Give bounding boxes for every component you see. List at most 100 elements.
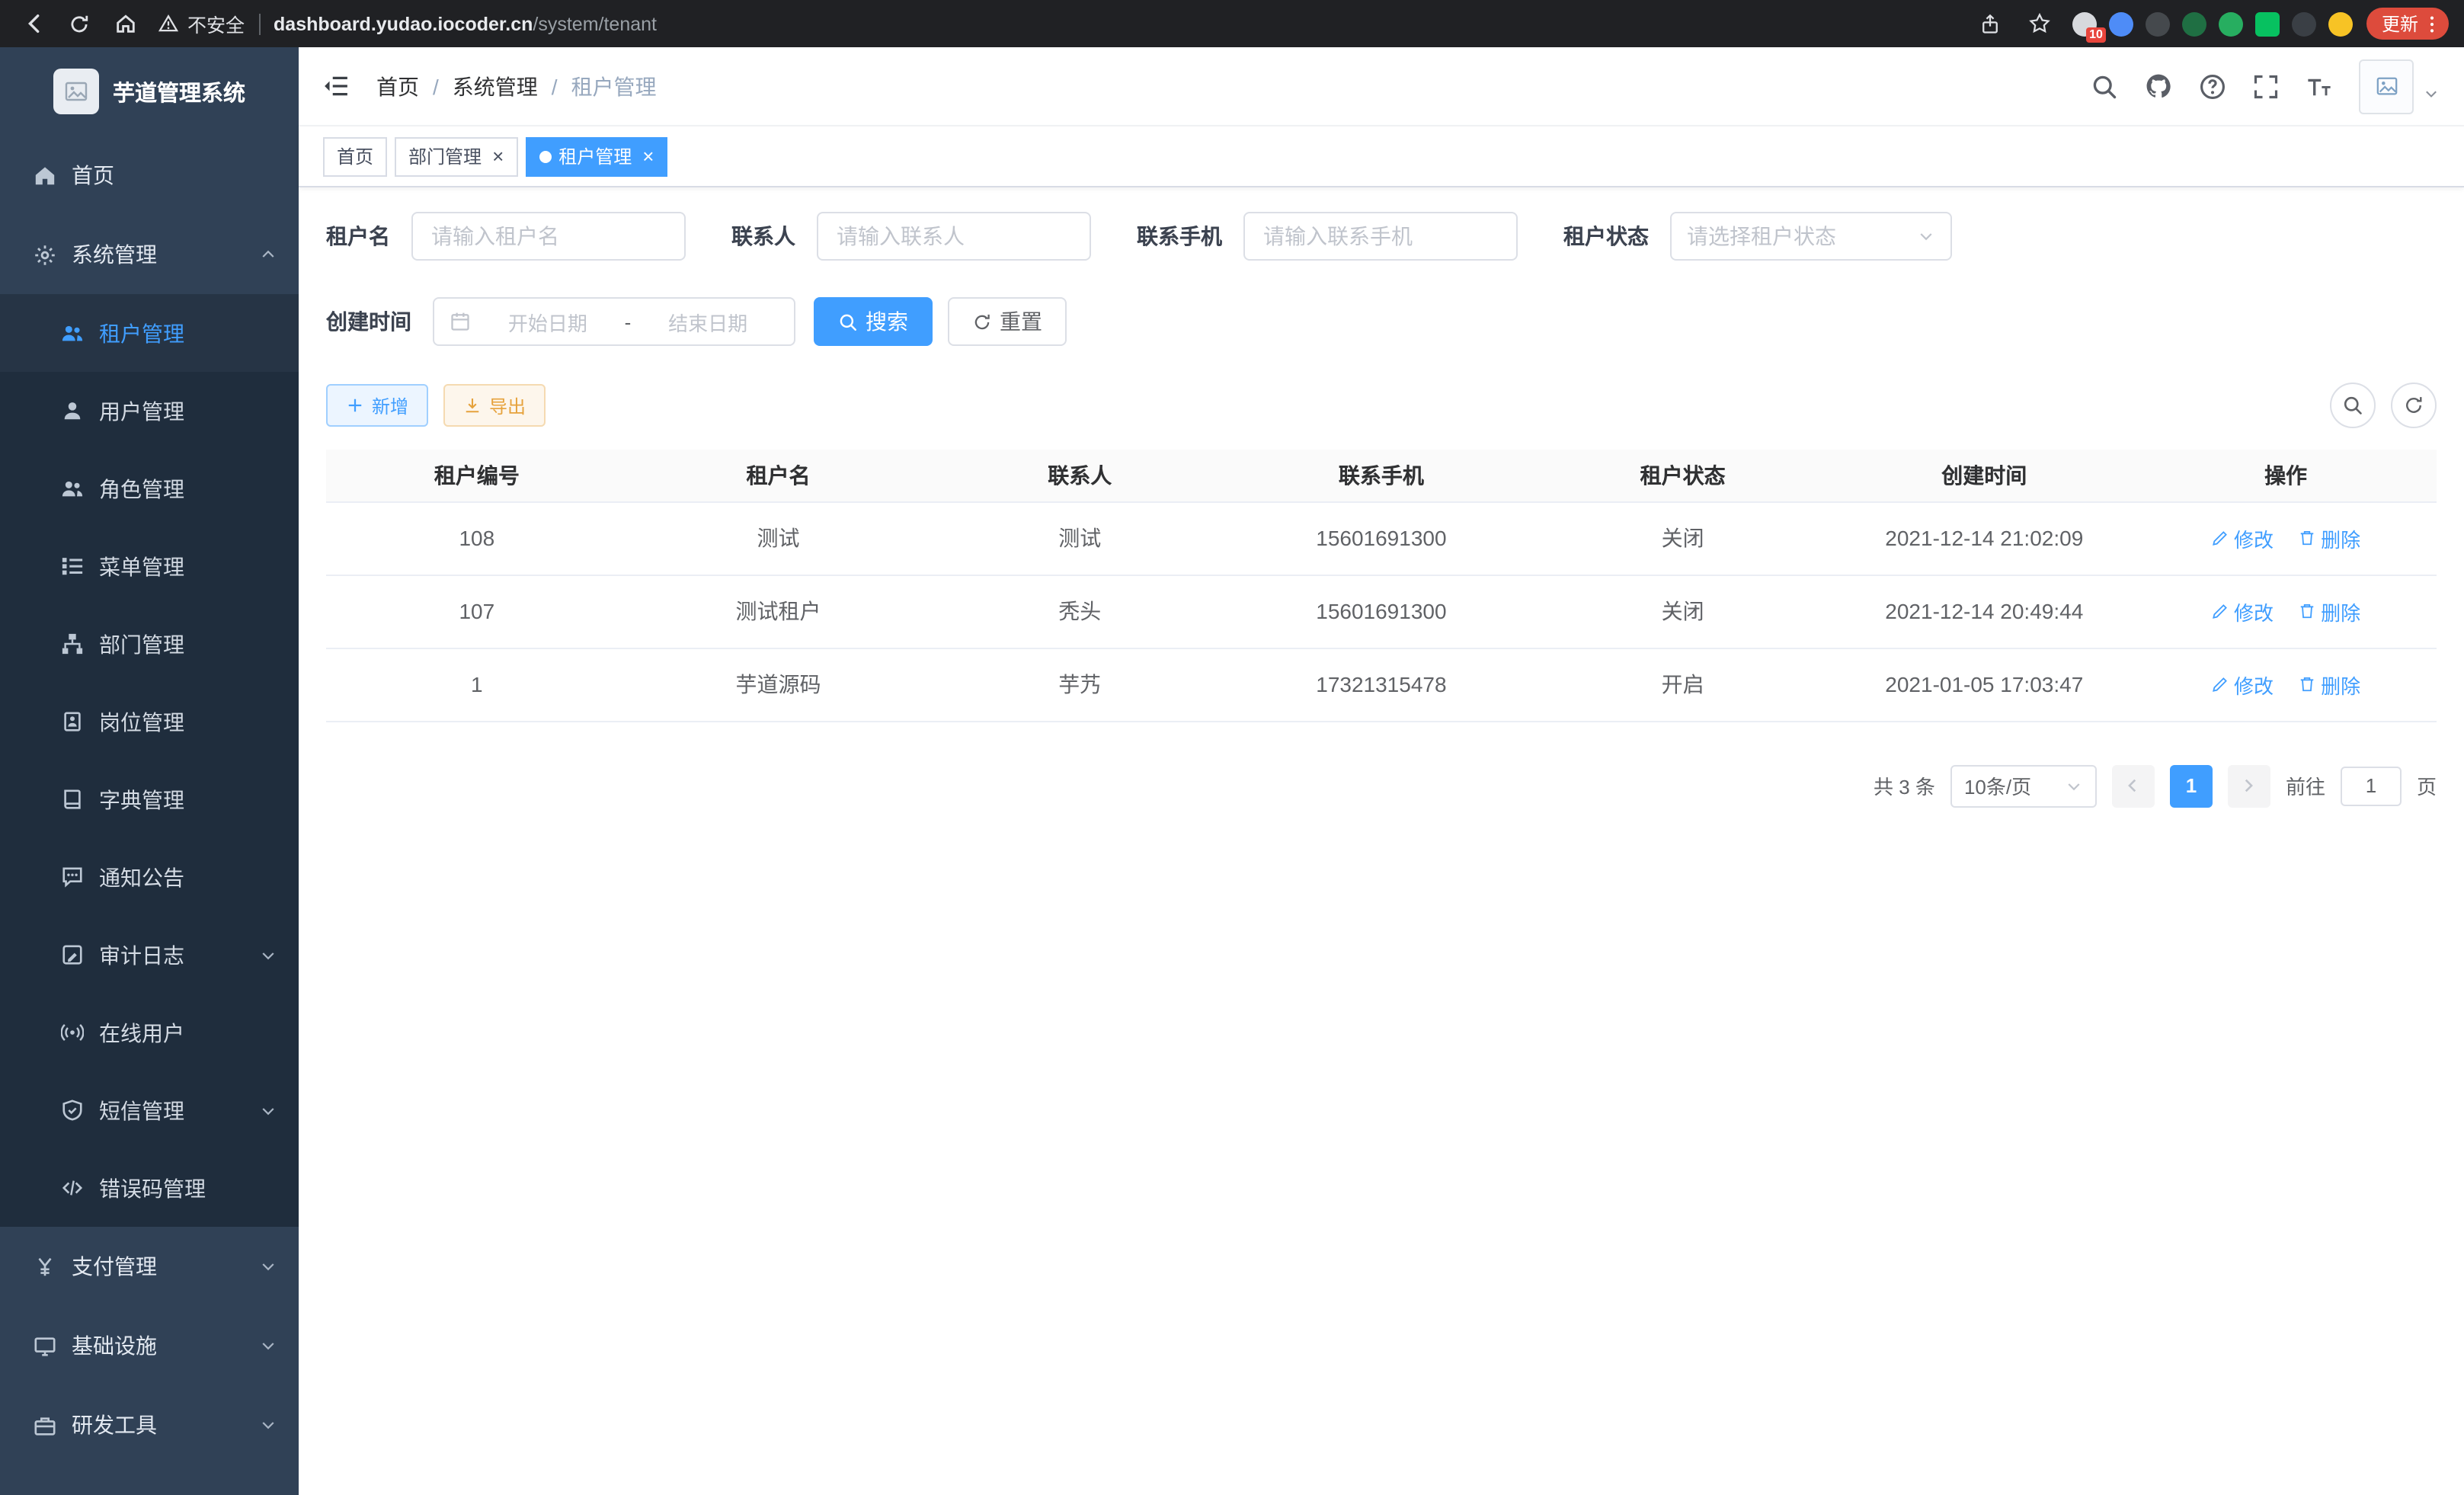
sidebar-item-label: 首页	[72, 160, 114, 190]
github-icon[interactable]	[2144, 72, 2173, 101]
font-size-icon[interactable]	[2306, 72, 2333, 100]
tab-close-icon[interactable]: ×	[642, 146, 654, 166]
mobile-field: 联系手机	[1137, 212, 1518, 261]
app-title: 芋道管理系统	[113, 75, 245, 107]
breadcrumb-item[interactable]: 系统管理	[453, 71, 538, 101]
tenant-name-input[interactable]	[411, 212, 686, 261]
chat-icon	[61, 866, 84, 888]
edit-link[interactable]: 修改	[2211, 597, 2274, 626]
sidebar-item-online-user[interactable]: 在线用户	[0, 994, 299, 1071]
extension-icon[interactable]	[2146, 11, 2170, 36]
delete-link[interactable]: 删除	[2298, 523, 2360, 552]
cell-actions: 修改删除	[2135, 648, 2437, 721]
mobile-input[interactable]	[1243, 212, 1518, 261]
users-icon	[61, 477, 84, 500]
sidebar-item-dict[interactable]: 字典管理	[0, 760, 299, 838]
menu-dots-icon[interactable]	[2421, 13, 2443, 34]
chevron-down-icon	[2065, 776, 2083, 795]
filter-row-2: 创建时间 开始日期 - 结束日期 搜索 重置	[326, 297, 2437, 346]
reload-icon[interactable]	[61, 5, 98, 42]
sidebar-item-dept[interactable]: 部门管理	[0, 605, 299, 683]
question-icon[interactable]	[2199, 72, 2226, 100]
status-select[interactable]: 请选择租户状态	[1670, 212, 1952, 261]
cell-created: 2021-01-05 17:03:47	[1833, 648, 2135, 721]
extension-icon[interactable]: 10	[2072, 11, 2097, 36]
toolbar: 新增 导出	[326, 383, 2437, 428]
tab-dept[interactable]: 部门管理×	[395, 136, 517, 176]
extension-icon[interactable]	[2109, 11, 2133, 36]
goto-label: 前往	[2286, 771, 2325, 800]
cell-name: 测试	[628, 501, 930, 575]
add-button[interactable]: 新增	[326, 384, 428, 427]
total-count: 共 3 条	[1874, 771, 1935, 800]
sidebar-item-sms[interactable]: 短信管理	[0, 1071, 299, 1149]
sidebar-item-post[interactable]: 岗位管理	[0, 683, 299, 760]
sidebar-item-menu[interactable]: 菜单管理	[0, 527, 299, 605]
extension-icon[interactable]	[2219, 11, 2243, 36]
search-icon[interactable]	[2091, 72, 2118, 100]
sidebar-item-system[interactable]: 系统管理	[0, 215, 299, 294]
viewport: 不安全 dashboard.yudao.iocoder.cn/system/te…	[0, 0, 2464, 1495]
search-button-label: 搜索	[866, 306, 908, 337]
tab-close-icon[interactable]: ×	[492, 146, 504, 166]
page-number-1[interactable]: 1	[2170, 764, 2213, 807]
user-icon	[61, 399, 84, 422]
bookmark-star-icon[interactable]	[2022, 5, 2059, 42]
prev-page-button[interactable]	[2112, 764, 2155, 807]
next-page-button[interactable]	[2228, 764, 2270, 807]
update-button[interactable]: 更新	[2366, 8, 2449, 40]
goto-page-input[interactable]	[2341, 766, 2402, 805]
show-search-button[interactable]	[2330, 383, 2376, 428]
delete-link[interactable]: 删除	[2298, 670, 2360, 699]
tab-tenant[interactable]: 租户管理×	[525, 136, 667, 176]
sidebar-item-home[interactable]: 首页	[0, 136, 299, 215]
add-button-label: 新增	[372, 392, 408, 418]
tab-home[interactable]: 首页	[323, 136, 387, 176]
edit-link[interactable]: 修改	[2211, 523, 2274, 552]
sidebar-item-audit-log[interactable]: 审计日志	[0, 916, 299, 994]
cell-created: 2021-12-14 21:02:09	[1833, 501, 2135, 575]
cell-created: 2021-12-14 20:49:44	[1833, 575, 2135, 648]
extension-icon[interactable]	[2328, 11, 2353, 36]
user-avatar[interactable]	[2359, 59, 2440, 114]
sidebar-item-tenant[interactable]: 租户管理	[0, 294, 299, 372]
app-frame: 芋道管理系统 首页系统管理租户管理用户管理角色管理菜单管理部门管理岗位管理字典管…	[0, 47, 2464, 1495]
export-button[interactable]: 导出	[443, 384, 546, 427]
status-field: 租户状态 请选择租户状态	[1563, 212, 1952, 261]
refresh-table-button[interactable]	[2391, 383, 2437, 428]
contact-input[interactable]	[817, 212, 1091, 261]
address-bar[interactable]: 不安全 dashboard.yudao.iocoder.cn/system/te…	[158, 9, 1963, 38]
monitor-icon	[34, 1334, 56, 1357]
sidebar-item-pay[interactable]: 支付管理	[0, 1227, 299, 1306]
app-logo[interactable]: 芋道管理系统	[0, 47, 299, 136]
delete-link[interactable]: 删除	[2298, 597, 2360, 626]
page-size-value: 10条/页	[1964, 771, 2031, 800]
edit-label: 修改	[2234, 597, 2274, 626]
sidebar-item-infra[interactable]: 基础设施	[0, 1306, 299, 1385]
share-icon[interactable]	[1972, 5, 2008, 42]
extension-icon[interactable]	[2182, 11, 2206, 36]
top-header: 首页/系统管理/租户管理	[299, 47, 2464, 126]
sidebar-item-role[interactable]: 角色管理	[0, 450, 299, 527]
extension-icon[interactable]	[2255, 11, 2280, 36]
page-size-select[interactable]: 10条/页	[1950, 764, 2097, 807]
sidebar-item-label: 角色管理	[99, 473, 184, 504]
back-icon[interactable]	[15, 5, 52, 42]
reset-button[interactable]: 重置	[948, 297, 1067, 346]
column-header: 租户名	[628, 450, 930, 501]
pagination: 共 3 条 10条/页 1 前往 页	[326, 764, 2437, 807]
breadcrumb-item[interactable]: 首页	[376, 71, 419, 101]
home-icon[interactable]	[107, 5, 143, 42]
edit-link[interactable]: 修改	[2211, 670, 2274, 699]
create-time-range-picker[interactable]: 开始日期 - 结束日期	[433, 297, 795, 346]
sidebar-item-notice[interactable]: 通知公告	[0, 838, 299, 916]
extension-icon[interactable]	[2292, 11, 2316, 36]
menu-fold-icon[interactable]	[323, 73, 349, 99]
sidebar-item-user[interactable]: 用户管理	[0, 372, 299, 450]
fullscreen-icon[interactable]	[2252, 72, 2280, 100]
sidebar-item-error-code[interactable]: 错误码管理	[0, 1149, 299, 1227]
sidebar-item-devtool[interactable]: 研发工具	[0, 1385, 299, 1465]
end-date-placeholder: 结束日期	[637, 307, 779, 336]
search-button[interactable]: 搜索	[814, 297, 933, 346]
column-header: 联系人	[929, 450, 1230, 501]
